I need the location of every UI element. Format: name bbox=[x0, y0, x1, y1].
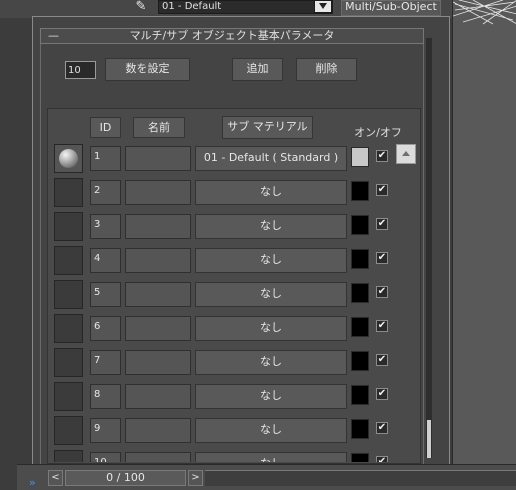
name-field[interactable] bbox=[125, 282, 191, 307]
id-field[interactable]: 1 bbox=[90, 146, 121, 171]
rows-container: 1 01 - Default ( Standard ) ✔ 2 なし ✔ 3 な… bbox=[0, 0, 516, 462]
color-swatch[interactable] bbox=[351, 419, 369, 439]
table-row: 10 なし ✔ bbox=[0, 450, 420, 462]
table-row: 7 なし ✔ bbox=[0, 348, 420, 382]
table-row: 6 なし ✔ bbox=[0, 314, 420, 348]
material-preview-thumbnail[interactable] bbox=[54, 382, 83, 411]
sub-material-button[interactable]: なし bbox=[195, 316, 347, 341]
name-field[interactable] bbox=[125, 350, 191, 375]
color-swatch[interactable] bbox=[351, 453, 369, 462]
material-preview-thumbnail[interactable] bbox=[54, 314, 83, 343]
color-swatch[interactable] bbox=[351, 147, 369, 167]
table-row: 8 なし ✔ bbox=[0, 382, 420, 416]
enable-checkbox[interactable]: ✔ bbox=[376, 320, 388, 332]
material-preview-thumbnail[interactable] bbox=[54, 450, 83, 462]
id-field[interactable]: 6 bbox=[90, 316, 121, 341]
color-swatch[interactable] bbox=[351, 283, 369, 303]
id-field[interactable]: 5 bbox=[90, 282, 121, 307]
name-field[interactable] bbox=[125, 214, 191, 239]
table-row: 3 なし ✔ bbox=[0, 212, 420, 246]
color-swatch[interactable] bbox=[351, 317, 369, 337]
next-frame-button[interactable]: > bbox=[188, 470, 203, 486]
enable-checkbox[interactable]: ✔ bbox=[376, 354, 388, 366]
name-field[interactable] bbox=[125, 316, 191, 341]
name-field[interactable] bbox=[125, 418, 191, 443]
id-field[interactable]: 10 bbox=[90, 452, 121, 462]
sub-material-button[interactable]: なし bbox=[195, 214, 347, 239]
id-field[interactable]: 7 bbox=[90, 350, 121, 375]
enable-checkbox[interactable]: ✔ bbox=[376, 286, 388, 298]
table-row: 4 なし ✔ bbox=[0, 246, 420, 280]
enable-checkbox[interactable]: ✔ bbox=[376, 150, 388, 162]
name-field[interactable] bbox=[125, 384, 191, 409]
color-swatch[interactable] bbox=[351, 385, 369, 405]
enable-checkbox[interactable]: ✔ bbox=[376, 456, 388, 462]
sub-material-button[interactable]: なし bbox=[195, 350, 347, 375]
expand-track-icon[interactable]: » bbox=[29, 475, 47, 490]
sub-material-button[interactable]: なし bbox=[195, 282, 347, 307]
table-row: 2 なし ✔ bbox=[0, 178, 420, 212]
name-field[interactable] bbox=[125, 146, 191, 171]
color-swatch[interactable] bbox=[351, 215, 369, 235]
id-field[interactable]: 2 bbox=[90, 180, 121, 205]
name-field[interactable] bbox=[125, 452, 191, 462]
table-row: 9 なし ✔ bbox=[0, 416, 420, 450]
time-slider[interactable]: 0 / 100 bbox=[65, 470, 186, 486]
enable-checkbox[interactable]: ✔ bbox=[376, 184, 388, 196]
sub-material-button[interactable]: なし bbox=[195, 418, 347, 443]
material-preview-thumbnail[interactable] bbox=[54, 212, 83, 241]
enable-checkbox[interactable]: ✔ bbox=[376, 388, 388, 400]
sub-material-button[interactable]: なし bbox=[195, 452, 347, 462]
material-preview-thumbnail[interactable] bbox=[54, 178, 83, 207]
material-preview-thumbnail[interactable] bbox=[54, 416, 83, 445]
id-field[interactable]: 3 bbox=[90, 214, 121, 239]
track-bar[interactable] bbox=[205, 470, 516, 486]
previous-frame-button[interactable]: < bbox=[48, 470, 63, 486]
color-swatch[interactable] bbox=[351, 181, 369, 201]
sub-material-button[interactable]: なし bbox=[195, 248, 347, 273]
enable-checkbox[interactable]: ✔ bbox=[376, 252, 388, 264]
enable-checkbox[interactable]: ✔ bbox=[376, 422, 388, 434]
name-field[interactable] bbox=[125, 180, 191, 205]
id-field[interactable]: 9 bbox=[90, 418, 121, 443]
enable-checkbox[interactable]: ✔ bbox=[376, 218, 388, 230]
id-field[interactable]: 4 bbox=[90, 248, 121, 273]
sub-material-button[interactable]: なし bbox=[195, 384, 347, 409]
material-preview-thumbnail[interactable] bbox=[54, 144, 83, 173]
material-preview-thumbnail[interactable] bbox=[54, 280, 83, 309]
sub-material-button[interactable]: 01 - Default ( Standard ) bbox=[195, 146, 347, 171]
color-swatch[interactable] bbox=[351, 249, 369, 269]
name-field[interactable] bbox=[125, 248, 191, 273]
color-swatch[interactable] bbox=[351, 351, 369, 371]
sub-material-button[interactable]: なし bbox=[195, 180, 347, 205]
id-field[interactable]: 8 bbox=[90, 384, 121, 409]
table-row: 1 01 - Default ( Standard ) ✔ bbox=[0, 144, 420, 178]
table-row: 5 なし ✔ bbox=[0, 280, 420, 314]
scroll-up-button[interactable] bbox=[396, 144, 416, 164]
material-preview-thumbnail[interactable] bbox=[54, 348, 83, 377]
material-preview-thumbnail[interactable] bbox=[54, 246, 83, 275]
